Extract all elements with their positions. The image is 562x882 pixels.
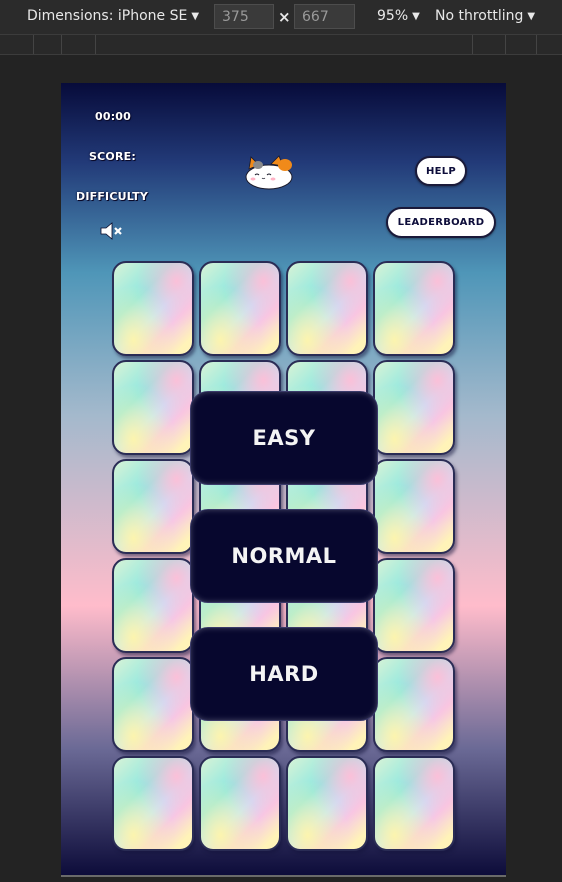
media-query-ruler[interactable] (0, 34, 562, 55)
memory-card[interactable] (286, 261, 368, 356)
memory-card[interactable] (199, 261, 281, 356)
height-input[interactable] (294, 4, 355, 29)
timer: 00:00 (95, 110, 132, 123)
memory-card[interactable] (373, 261, 455, 356)
throttling-label: No throttling (435, 8, 524, 24)
chevron-down-icon: ▼ (191, 10, 200, 22)
times-icon: × (278, 8, 291, 26)
memory-card[interactable] (112, 657, 194, 752)
mute-icon[interactable] (99, 221, 125, 241)
memory-card[interactable] (112, 756, 194, 851)
width-input[interactable] (214, 4, 274, 29)
memory-card[interactable] (373, 459, 455, 554)
dimensions-dropdown[interactable]: Dimensions: iPhone SE ▼ (27, 8, 199, 24)
score-label: SCORE: (89, 150, 136, 163)
device-viewport: 00:00 SCORE: DIFFICULTY HELP LEADERBOARD… (61, 83, 506, 875)
throttling-dropdown[interactable]: No throttling ▼ (435, 8, 535, 24)
dimensions-label: Dimensions: iPhone SE (27, 8, 188, 24)
device-edge (61, 875, 506, 877)
leaderboard-button[interactable]: LEADERBOARD (386, 207, 496, 238)
zoom-dropdown[interactable]: 95% ▼ (377, 8, 420, 24)
easy-button[interactable]: EASY (190, 391, 378, 485)
memory-card[interactable] (112, 459, 194, 554)
memory-card[interactable] (199, 756, 281, 851)
devtools-toolbar: Dimensions: iPhone SE ▼ × 95% ▼ No throt… (0, 0, 562, 34)
memory-card[interactable] (373, 756, 455, 851)
normal-button[interactable]: NORMAL (190, 509, 378, 603)
memory-card[interactable] (112, 360, 194, 455)
memory-card[interactable] (112, 261, 194, 356)
hard-button[interactable]: HARD (190, 627, 378, 721)
zoom-label: 95% (377, 8, 409, 24)
help-button[interactable]: HELP (415, 156, 467, 186)
cat-mascot-icon (245, 155, 293, 190)
memory-card[interactable] (286, 756, 368, 851)
chevron-down-icon: ▼ (412, 10, 420, 22)
memory-card[interactable] (373, 657, 455, 752)
memory-card[interactable] (112, 558, 194, 653)
memory-card[interactable] (373, 360, 455, 455)
chevron-down-icon: ▼ (527, 10, 536, 22)
memory-card[interactable] (373, 558, 455, 653)
difficulty-label: DIFFICULTY (76, 190, 149, 203)
